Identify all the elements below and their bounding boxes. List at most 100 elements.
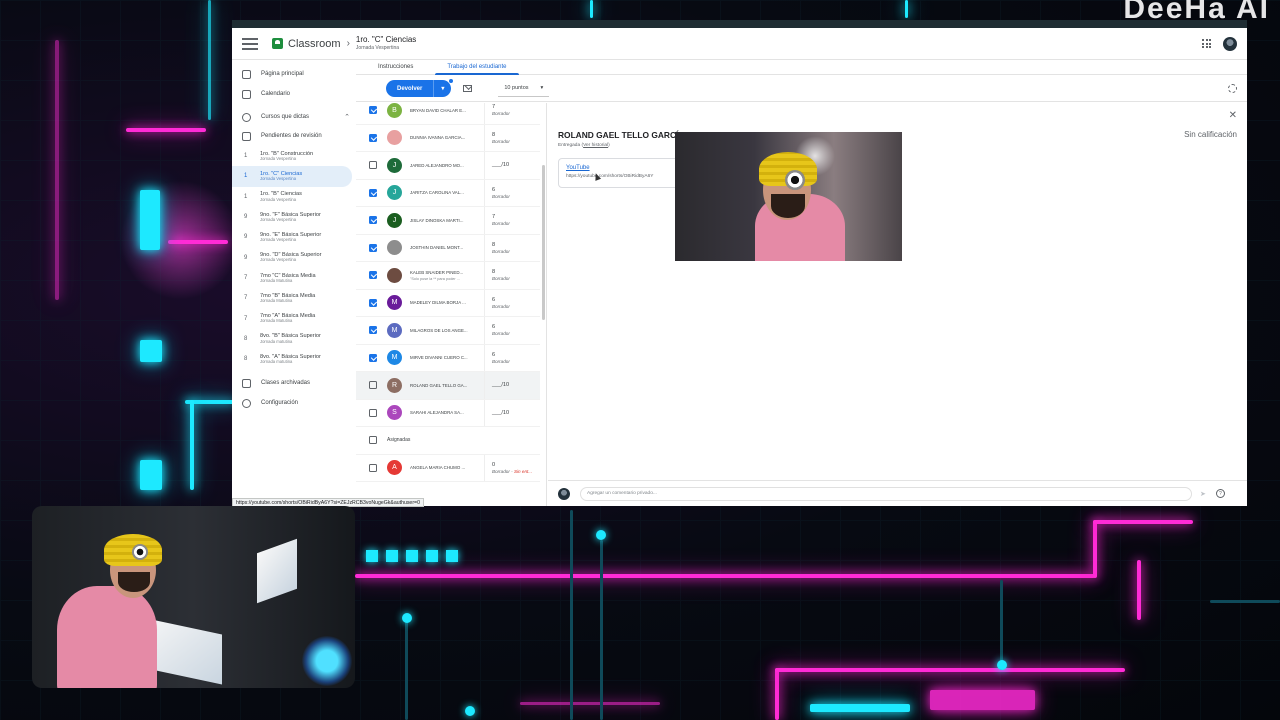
row-checkbox[interactable] bbox=[369, 298, 377, 307]
sidebar-course-item[interactable]: 7 7mo "B" Básica Media Jornada Matutina bbox=[232, 288, 352, 308]
list-scrollbar[interactable] bbox=[542, 165, 545, 320]
attachment-title[interactable]: YouTube bbox=[566, 165, 690, 171]
hat-goggle bbox=[785, 170, 805, 190]
grade-cell[interactable]: ___/10 bbox=[484, 399, 540, 426]
grade-value: 6 bbox=[492, 186, 496, 193]
assigned-section-header[interactable]: Asignadas bbox=[356, 427, 540, 455]
row-checkbox[interactable] bbox=[369, 161, 377, 170]
mail-icon[interactable] bbox=[463, 85, 473, 92]
grade-cell[interactable]: ___/10 bbox=[484, 152, 540, 179]
course-avatar: 9 bbox=[244, 214, 248, 221]
sidebar-section-teaching[interactable]: Cursos que dictas ⌃ bbox=[232, 108, 356, 126]
sidebar-course-item[interactable]: 7 7mo "A" Básica Media Jornada Matutina bbox=[232, 308, 352, 328]
circuit-line bbox=[1210, 600, 1280, 603]
row-checkbox[interactable] bbox=[369, 326, 377, 335]
row-checkbox[interactable] bbox=[369, 463, 377, 472]
student-row[interactable]: J JISLAY DINOSKA MARTI... 7 Borrador bbox=[356, 207, 540, 235]
student-row[interactable]: M MIRVE DIVANNI CUERO C... 6 Borrador bbox=[356, 344, 540, 372]
sidebar-course-item[interactable]: 1 1ro. "B" Construcción Jornada Vespertina bbox=[232, 146, 352, 166]
grade-cell[interactable]: 8 Borrador bbox=[484, 124, 540, 151]
grade-cell[interactable]: 8 Borrador bbox=[484, 262, 540, 289]
grade-value: 0 bbox=[492, 461, 496, 468]
sidebar-course-item[interactable]: 7 7mo "C" Básica Media Jornada Matutina bbox=[232, 268, 352, 288]
sidebar-course-item[interactable]: 8 8vo. "A" Básica Superior Jornada matutin… bbox=[232, 349, 352, 369]
sidebar-course-item[interactable]: 8 8vo. "B" Básica Superior Jornada matutin… bbox=[232, 329, 352, 349]
course-shift: Jornada Matutina bbox=[260, 277, 293, 283]
classroom-window: Classroom › 1ro. "C" Ciencias Jornada Ve… bbox=[232, 20, 1247, 506]
row-checkbox[interactable] bbox=[369, 381, 377, 390]
circuit-line bbox=[1000, 580, 1003, 670]
student-row[interactable]: KALEB SNAIDER PINED... "Solo puse la ** p… bbox=[356, 262, 540, 290]
student-row[interactable]: R ROLAND GAEL TELLO GA... ___/10 bbox=[356, 372, 540, 400]
sidebar-course-item[interactable]: 9 9no. "E" Básica Superior Jornada Vespert… bbox=[232, 227, 352, 247]
row-checkbox[interactable] bbox=[369, 133, 377, 142]
row-checkbox[interactable] bbox=[369, 271, 377, 280]
settings-icon bbox=[242, 398, 251, 408]
gear-icon[interactable] bbox=[1228, 84, 1237, 93]
grade-cell[interactable]: 0 Borrador - Sin ent... bbox=[484, 454, 540, 481]
row-checkbox[interactable] bbox=[369, 106, 377, 115]
sidebar-course-item[interactable]: 1 1ro. "B" Ciencias Jornada Vespertina bbox=[232, 187, 352, 207]
app-title[interactable]: Classroom bbox=[288, 38, 341, 50]
student-avatar bbox=[387, 267, 402, 283]
student-name: MADELEY DILMA BORJA ... bbox=[410, 300, 466, 306]
grade-cell[interactable]: 6 Borrador bbox=[484, 317, 540, 344]
row-checkbox[interactable] bbox=[369, 188, 377, 197]
private-comment-input[interactable]: Agregar un comentario privado... bbox=[580, 486, 1192, 501]
menu-icon[interactable] bbox=[242, 37, 258, 50]
tab-student-work[interactable]: Trabajo del estudiante bbox=[435, 60, 519, 75]
course-avatar: 7 bbox=[244, 295, 248, 302]
apps-icon[interactable] bbox=[1202, 39, 1211, 48]
sidebar-item-archived[interactable]: Clases archivadas bbox=[232, 373, 356, 393]
neon-line bbox=[520, 702, 660, 705]
grade-status-text: Borrador bbox=[492, 276, 510, 282]
grade-cell[interactable]: 7 Borrador bbox=[484, 103, 540, 124]
course-shift: Jornada Matutina bbox=[260, 318, 293, 324]
row-checkbox[interactable] bbox=[369, 353, 377, 362]
sidebar-item-home[interactable]: Página principal bbox=[232, 64, 356, 84]
sidebar-item-calendar[interactable]: Calendario bbox=[232, 84, 356, 104]
sidebar-course-item[interactable]: 1 1ro. "C" Ciencias Jornada Vespertina bbox=[232, 166, 352, 187]
section-checkbox[interactable] bbox=[369, 436, 377, 445]
grade-cell[interactable]: 6 Borrador bbox=[484, 344, 540, 371]
sidebar-item-settings[interactable]: Configuración bbox=[232, 393, 356, 413]
student-row[interactable]: A ANGELA MARIA CHUMO ... 0 Borrador - Sin e… bbox=[356, 454, 540, 482]
history-link[interactable]: Ver historial bbox=[583, 143, 608, 148]
account-avatar[interactable] bbox=[1223, 36, 1237, 51]
points-select[interactable]: 10 puntos ▾ bbox=[498, 80, 550, 97]
course-avatar: 8 bbox=[244, 335, 248, 342]
grade-value: ___/10 bbox=[492, 382, 510, 389]
row-checkbox[interactable] bbox=[369, 216, 377, 225]
student-row[interactable]: J JARITZA CAROLINA VAL... 6 Borrador bbox=[356, 179, 540, 207]
student-row[interactable]: JOSTHIN DANIEL MONT... 8 Borrador bbox=[356, 234, 540, 262]
grade-cell[interactable]: 8 Borrador bbox=[484, 234, 540, 261]
sidebar-course-item[interactable]: 9 9no. "F" Básica Superior Jornada Vespert… bbox=[232, 207, 352, 227]
breadcrumb[interactable]: 1ro. "C" Ciencias Jornada Vespertina bbox=[356, 36, 416, 51]
sidebar-item-pending[interactable]: Pendientes de revisión bbox=[232, 126, 356, 146]
tab-instructions[interactable]: Instrucciones bbox=[366, 60, 425, 74]
row-checkbox[interactable] bbox=[369, 408, 377, 417]
course-avatar: 9 bbox=[244, 254, 248, 261]
student-avatar: J bbox=[387, 157, 402, 173]
chevron-up-icon[interactable]: ⌃ bbox=[344, 113, 350, 121]
dropdown-arrow-icon[interactable]: ▾ bbox=[433, 80, 451, 97]
grade-cell[interactable]: ___/10 bbox=[484, 372, 540, 399]
grade-value: 7 bbox=[492, 104, 496, 111]
sidebar-course-item[interactable]: 9 9no. "D" Básica Superior Jornada Vespert… bbox=[232, 247, 352, 267]
neon-line bbox=[590, 0, 593, 18]
notification-dot bbox=[449, 78, 454, 83]
student-row[interactable]: B BRYAN DAVID CHALAR E... 7 Borrador bbox=[356, 103, 540, 125]
student-row[interactable]: DUNNIA IVANNA GARCIA... 8 Borrador bbox=[356, 124, 540, 152]
grade-cell[interactable]: 6 Borrador bbox=[484, 179, 540, 206]
grade-cell[interactable]: 7 Borrador bbox=[484, 207, 540, 234]
return-button[interactable]: Devolver ▾ bbox=[386, 80, 452, 97]
student-row[interactable]: M MILAGROS DE LOS ANGE... 6 Borrador bbox=[356, 317, 540, 345]
row-checkbox[interactable] bbox=[369, 243, 377, 252]
student-row[interactable]: J JARED ALEJANDRO MO... ___/10 bbox=[356, 152, 540, 180]
send-icon[interactable]: ➤ bbox=[1200, 490, 1206, 498]
student-row[interactable]: M MADELEY DILMA BORJA ... 6 Borrador bbox=[356, 289, 540, 317]
help-icon[interactable]: ? bbox=[1215, 489, 1225, 498]
close-icon[interactable]: ✕ bbox=[1229, 111, 1237, 121]
grade-cell[interactable]: 6 Borrador bbox=[484, 289, 540, 316]
student-row[interactable]: S SARAHI ALEJANDRA SA... ___/10 bbox=[356, 399, 540, 427]
